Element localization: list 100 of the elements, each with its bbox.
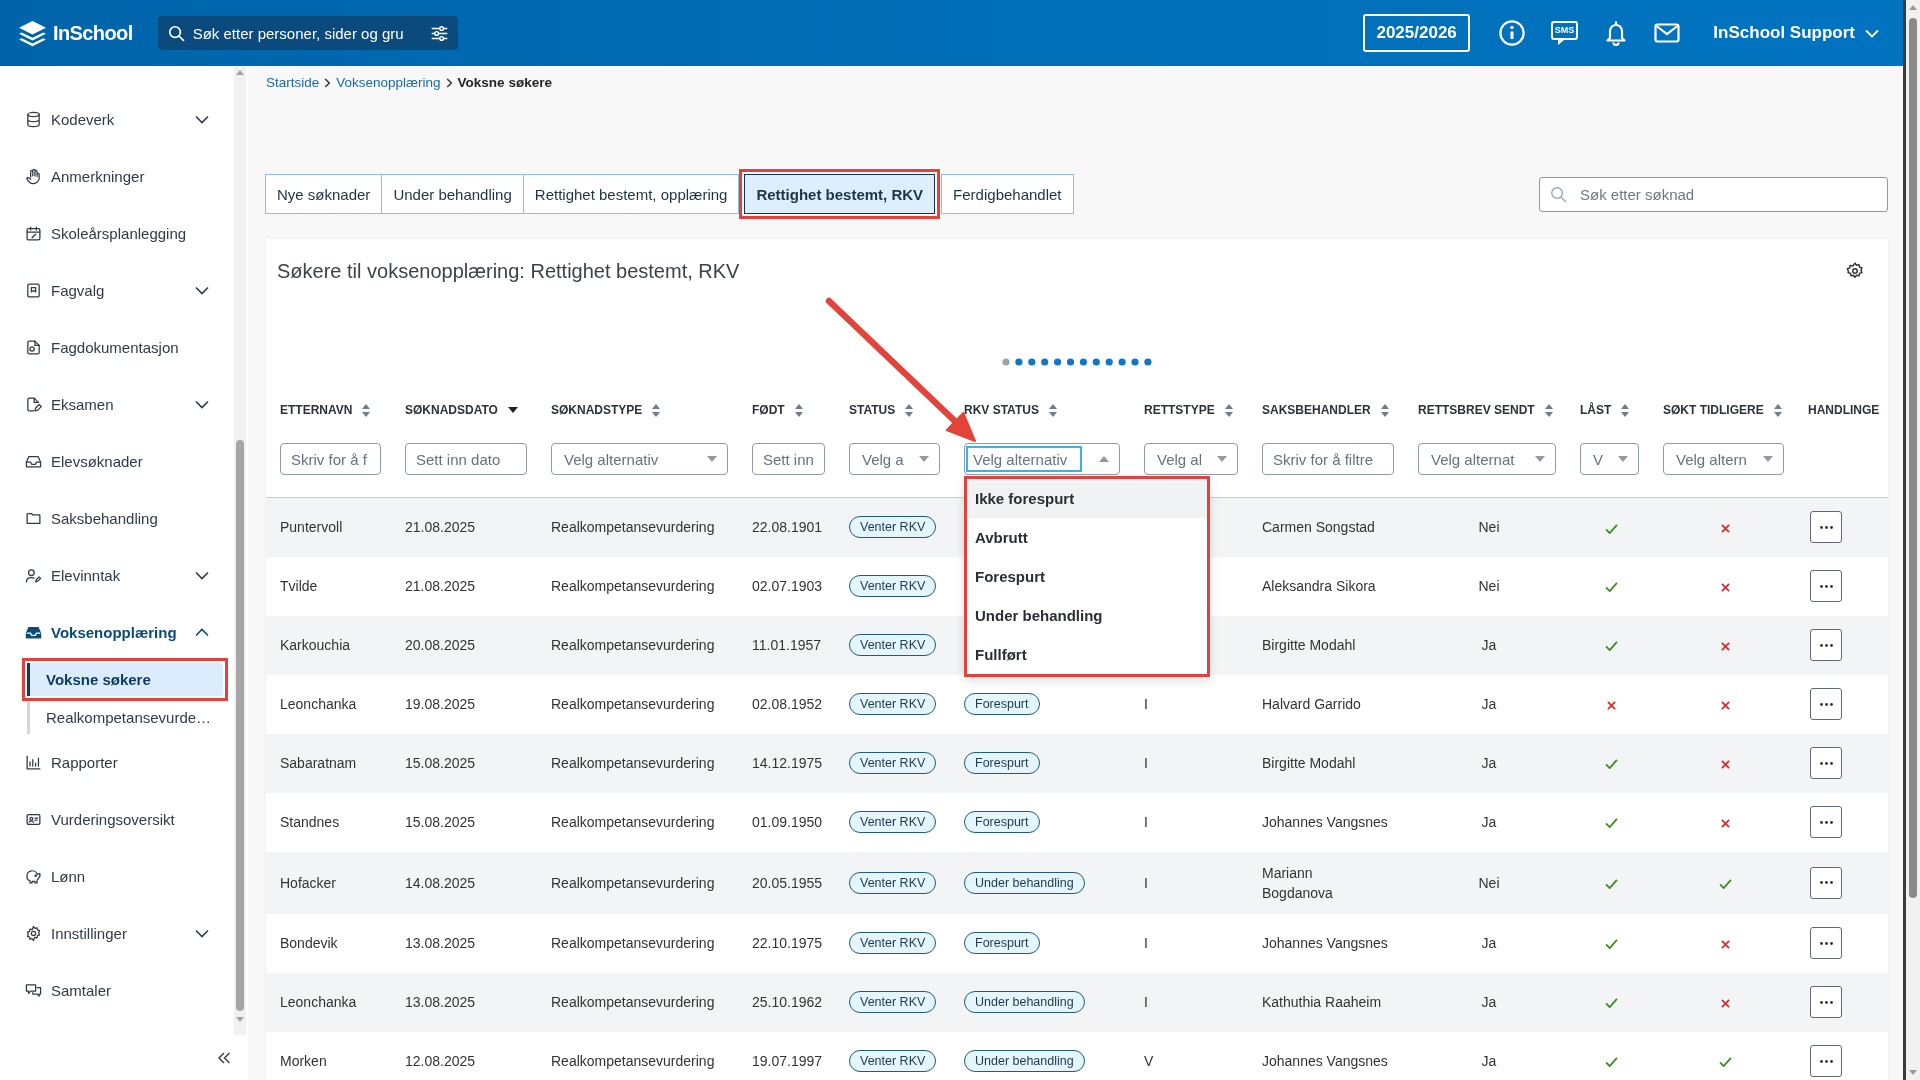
sidebar-item[interactable]: Saksbehandling: [0, 490, 234, 547]
user-menu-button[interactable]: InSchool Support: [1713, 23, 1879, 43]
column-header[interactable]: SØKT TIDLIGERE: [1663, 403, 1764, 417]
sidebar-item[interactable]: Elevsøknader: [0, 433, 234, 490]
status-badge: Forespurt: [964, 693, 1040, 715]
search-field[interactable]: Søk etter søknad: [1539, 176, 1888, 212]
sidebar-item[interactable]: Rapporter: [0, 734, 234, 791]
sidebar-item[interactable]: Elevinntak: [0, 547, 234, 604]
sidebar-item[interactable]: Kodeverk: [0, 91, 234, 148]
table-cell: I: [1130, 674, 1248, 734]
sort-icon[interactable]: [1048, 403, 1057, 417]
dropdown-option[interactable]: Avbrutt: [967, 518, 1207, 557]
gear-icon[interactable]: [1846, 262, 1864, 280]
sidebar-item[interactable]: Eksamen: [0, 376, 234, 433]
sort-icon[interactable]: [1544, 403, 1553, 417]
more-button[interactable]: [1810, 806, 1842, 838]
sort-icon[interactable]: [1773, 403, 1782, 417]
sort-icon[interactable]: [1621, 403, 1630, 417]
select-field[interactable]: Velg a: [849, 443, 940, 475]
bell-icon[interactable]: [1604, 20, 1629, 46]
sort-icon[interactable]: [1224, 403, 1233, 417]
sidebar-item[interactable]: Innstillinger: [0, 905, 234, 962]
mail-icon[interactable]: [1654, 23, 1681, 43]
more-button[interactable]: [1810, 866, 1842, 899]
sliders-icon[interactable]: [430, 24, 448, 42]
more-button[interactable]: [1810, 986, 1842, 1018]
breadcrumb-current: Voksne søkere: [457, 74, 552, 91]
column-header[interactable]: ETTERNAVN: [280, 403, 353, 417]
logo-text[interactable]: InSchool: [53, 21, 133, 45]
breadcrumb-link[interactable]: Startside: [266, 74, 320, 91]
sidebar-item[interactable]: Lønn: [0, 848, 234, 905]
sort-icon[interactable]: [905, 403, 914, 417]
dropdown-option[interactable]: Forespurt: [967, 557, 1207, 596]
more-button[interactable]: [1810, 570, 1842, 602]
more-button[interactable]: [1810, 688, 1842, 720]
school-year-button[interactable]: 2025/2026: [1363, 14, 1470, 52]
sort-icon[interactable]: [1380, 403, 1389, 417]
select-field[interactable]: Velg alternativ: [551, 443, 728, 475]
sort-icon[interactable]: [652, 403, 661, 417]
table-cell: Realkompetansevurdering: [537, 1031, 738, 1080]
sidebar-item[interactable]: Vurderingsoversikt: [0, 791, 234, 848]
more-button[interactable]: [1810, 629, 1842, 661]
sidebar-subitem[interactable]: Voksne søkere: [27, 663, 223, 696]
more-button[interactable]: [1810, 927, 1842, 959]
tab[interactable]: Under behandling: [381, 174, 524, 214]
search-field[interactable]: Søk etter personer, sider og gru: [157, 16, 458, 50]
sort-descending-icon[interactable]: [507, 407, 518, 413]
tab[interactable]: Nye søknader: [265, 174, 383, 214]
sidebar-item[interactable]: Fagvalg: [0, 262, 234, 319]
double-chevron-left-icon[interactable]: [217, 1051, 231, 1064]
column-header[interactable]: RETTSTYPE: [1144, 403, 1215, 417]
dropdown-option[interactable]: Ikke forespurt: [967, 479, 1207, 518]
select-field[interactable]: Velg alternativ: [964, 443, 1120, 475]
column-header[interactable]: FØDT: [752, 403, 785, 417]
sidebar-item[interactable]: Skoleårsplanlegging: [0, 205, 234, 262]
table-cell: Ja: [1404, 972, 1566, 1032]
breadcrumb-link[interactable]: Voksenopplæring: [336, 74, 441, 91]
caret-down-icon: [1618, 456, 1628, 462]
dropdown-option[interactable]: Under behandling: [967, 596, 1207, 635]
select-field[interactable]: Velg al: [1144, 443, 1238, 475]
tab[interactable]: Ferdigbehandlet: [941, 174, 1074, 214]
info-icon[interactable]: [1498, 20, 1525, 46]
id-card-icon: [25, 811, 42, 828]
filter-field[interactable]: Skriv for å filtre: [1262, 443, 1394, 475]
inbox-icon: [25, 453, 42, 470]
tab[interactable]: Rettighet bestemt, RKV: [744, 174, 936, 214]
sidebar-subitem[interactable]: Realkompetansevurde…: [27, 701, 223, 734]
sidebar-item[interactable]: Samtaler: [0, 962, 234, 1019]
sort-icon[interactable]: [794, 403, 803, 417]
sort-icon[interactable]: [362, 403, 371, 417]
table-cell: 13.08.2025: [391, 913, 537, 973]
column-header[interactable]: LÅST: [1580, 403, 1612, 417]
caret-down-icon: [1535, 456, 1545, 462]
sidebar-item[interactable]: Anmerkninger: [0, 148, 234, 205]
scrollbar[interactable]: [234, 66, 246, 1035]
filter-field[interactable]: Sett inn dato: [405, 443, 527, 475]
filter-field[interactable]: Sett inn: [752, 443, 825, 475]
stacked-layers-icon[interactable]: [18, 19, 47, 47]
select-field[interactable]: Velg alternat: [1418, 443, 1556, 475]
column-header[interactable]: RKV STATUS: [964, 403, 1039, 417]
select-field[interactable]: Velg altern: [1663, 443, 1784, 475]
table-cell: I: [1130, 733, 1248, 793]
column-header[interactable]: SØKNADSDATO: [405, 403, 498, 417]
scrollbar[interactable]: [1903, 0, 1920, 1080]
more-button[interactable]: [1810, 747, 1842, 779]
column-header[interactable]: STATUS: [849, 403, 896, 417]
more-button[interactable]: [1810, 511, 1842, 544]
more-button[interactable]: [1810, 1045, 1842, 1077]
column-header[interactable]: SAKSBEHANDLER: [1262, 403, 1371, 417]
select-field[interactable]: V: [1580, 443, 1639, 475]
sidebar-item[interactable]: Voksenopplæring: [0, 604, 234, 661]
sidebar-item[interactable]: Fagdokumentasjon: [0, 319, 234, 376]
dropdown-option[interactable]: Fullført: [967, 635, 1207, 674]
column-header[interactable]: SØKNADSTYPE: [551, 403, 643, 417]
filter-field[interactable]: Skriv for å f: [280, 443, 381, 475]
column-header[interactable]: HANDLINGE: [1808, 403, 1880, 417]
column-header[interactable]: RETTSBREV SENDT: [1418, 403, 1535, 417]
tab[interactable]: Rettighet bestemt, opplæring: [522, 174, 740, 214]
table-cell: 20.08.2025: [391, 615, 537, 675]
table-cell: Ja: [1404, 733, 1566, 793]
